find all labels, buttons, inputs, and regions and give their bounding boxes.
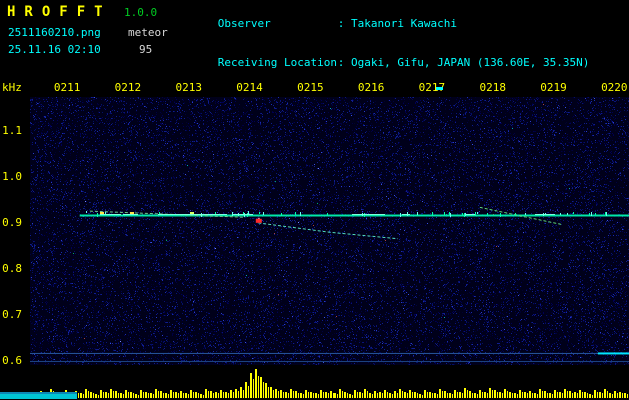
time-tick-label: 0215 — [297, 81, 324, 94]
freq-axis-unit: kHz — [2, 81, 22, 94]
time-tick-label: 0213 — [175, 81, 202, 94]
output-filename: 2511160210.png — [8, 26, 101, 39]
spectrogram-canvas — [30, 97, 629, 365]
top-axis-cyan-mark — [436, 87, 443, 90]
time-tick-label: 0219 — [540, 81, 567, 94]
freq-tick-label: 1.0 — [2, 169, 22, 183]
hrofft-app: HROFFT 1.0.0 2511160210.png meteor 25.11… — [0, 0, 629, 400]
info-value: : Takanori Kawachi — [337, 17, 457, 30]
info-row-location: Receiving Location: Ogaki, Gifu, JAPAN (… — [178, 43, 590, 82]
time-tick-label: 0212 — [114, 81, 142, 94]
info-label: Receiving Location — [217, 56, 337, 69]
info-value: : Ogaki, Gifu, JAPAN (136.60E, 35.35N) — [337, 56, 590, 69]
echo-count: 95 — [139, 43, 153, 56]
freq-tick-label: 0.6 — [2, 353, 22, 367]
freq-tick-label: 0.8 — [2, 261, 22, 275]
time-tick-label: 0216 — [357, 81, 385, 94]
freq-tick-label: 0.7 — [2, 307, 22, 321]
time-tick-label: 0218 — [479, 81, 506, 94]
app-version: 1.0.0 — [124, 6, 158, 19]
info-label: Observer — [217, 17, 271, 30]
time-tick-label: 0214 — [236, 81, 263, 94]
mode-label: meteor — [128, 26, 168, 39]
freq-tick-label: 0.9 — [2, 215, 22, 229]
time-tick-label: 0220 — [601, 81, 628, 94]
info-row-observer: Observer : Takanori Kawachi — [178, 4, 589, 43]
time-tick-label: 0211 — [53, 81, 81, 94]
timestamp-label: 25.11.16 02:10 — [8, 43, 101, 56]
freq-tick-label: 1.1 — [2, 123, 22, 137]
bottom-left-level-bar — [0, 392, 77, 399]
app-title: HROFFT — [7, 4, 112, 20]
activity-bars-canvas — [30, 368, 629, 398]
